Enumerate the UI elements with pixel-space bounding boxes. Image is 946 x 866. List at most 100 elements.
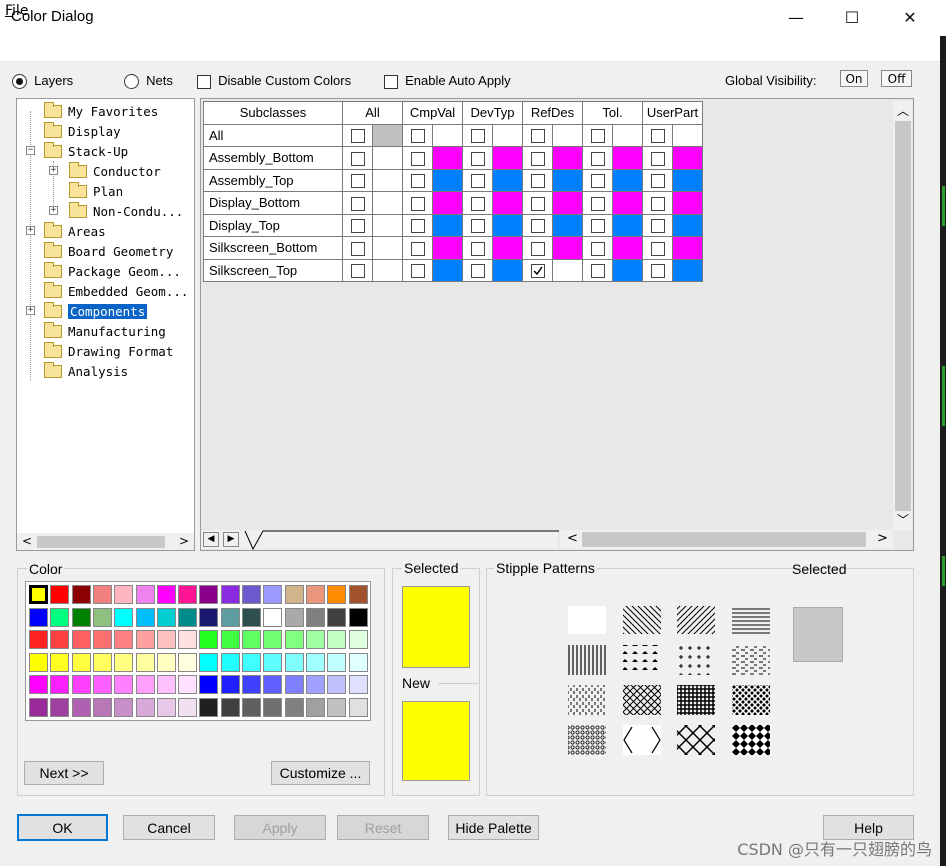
color-cell[interactable] <box>372 123 403 147</box>
palette-swatch[interactable] <box>199 675 219 694</box>
palette-swatch[interactable] <box>178 652 198 672</box>
palette-swatch[interactable] <box>114 607 134 627</box>
color-cell[interactable] <box>672 146 703 170</box>
visibility-checkbox[interactable] <box>470 129 485 144</box>
palette-swatch[interactable] <box>71 675 91 694</box>
visibility-cell[interactable] <box>402 168 433 192</box>
stipple-dots-vertical[interactable] <box>568 685 606 715</box>
stipple-dashes[interactable] <box>732 645 770 675</box>
palette-swatch[interactable] <box>199 652 219 672</box>
visibility-checkbox[interactable] <box>530 129 545 144</box>
visibility-checkbox[interactable] <box>410 196 425 211</box>
visibility-cell[interactable] <box>402 123 433 147</box>
palette-swatch[interactable] <box>92 675 112 694</box>
palette-swatch[interactable] <box>114 630 134 649</box>
visibility-checkbox[interactable] <box>350 219 365 234</box>
visibility-checkbox[interactable] <box>350 129 365 144</box>
palette-swatch[interactable] <box>114 652 134 672</box>
visibility-checkbox[interactable] <box>590 264 605 279</box>
tree-item-stack-up[interactable]: Stack-Up <box>44 141 128 160</box>
palette-swatch[interactable] <box>156 607 176 627</box>
subclass-name[interactable]: Display_Bottom <box>203 191 343 215</box>
visibility-cell[interactable] <box>402 213 433 237</box>
palette-swatch[interactable] <box>263 630 283 649</box>
color-cell[interactable] <box>612 258 643 282</box>
tree-hscrollbar[interactable]: < > <box>17 533 194 550</box>
header-tol[interactable]: Tol. <box>582 101 643 125</box>
palette-swatch[interactable] <box>29 630 48 649</box>
color-cell[interactable] <box>612 146 643 170</box>
palette-swatch[interactable] <box>242 652 261 672</box>
color-cell[interactable] <box>432 191 463 215</box>
color-cell[interactable] <box>372 191 403 215</box>
visibility-checkbox[interactable] <box>470 241 485 256</box>
global-visibility-off-button[interactable]: Off <box>881 70 912 87</box>
visibility-checkbox[interactable] <box>590 196 605 211</box>
palette-swatch[interactable] <box>327 675 347 694</box>
header-refdes[interactable]: RefDes <box>522 101 583 125</box>
visibility-cell[interactable] <box>582 258 613 282</box>
visibility-checkbox[interactable] <box>470 174 485 189</box>
palette-swatch[interactable] <box>348 607 368 627</box>
color-cell[interactable] <box>432 236 463 260</box>
color-cell[interactable] <box>432 258 463 282</box>
collapse-icon[interactable]: − <box>26 146 35 155</box>
tree-item-components[interactable]: Components <box>44 301 148 320</box>
visibility-checkbox[interactable] <box>650 264 665 279</box>
palette-swatch[interactable] <box>284 585 304 604</box>
color-cell[interactable] <box>612 213 643 237</box>
color-cell[interactable] <box>492 236 523 260</box>
reset-button[interactable]: Reset <box>337 815 429 840</box>
palette-swatch[interactable] <box>242 675 261 694</box>
palette-swatch[interactable] <box>327 697 347 717</box>
palette-swatch[interactable] <box>327 607 347 627</box>
palette-swatch[interactable] <box>135 652 155 672</box>
visibility-cell[interactable] <box>342 191 373 215</box>
visibility-cell[interactable] <box>462 191 493 215</box>
color-cell[interactable] <box>552 168 583 192</box>
enable-auto-apply-checkbox[interactable]: Enable Auto Apply <box>384 73 511 89</box>
visibility-checkbox[interactable] <box>350 151 365 166</box>
palette-swatch[interactable] <box>348 652 368 672</box>
palette-swatch[interactable] <box>263 607 283 627</box>
expand-icon[interactable]: + <box>49 166 58 175</box>
subclass-name[interactable]: Display_Top <box>203 213 343 237</box>
visibility-cell[interactable] <box>342 213 373 237</box>
visibility-cell[interactable] <box>522 146 553 170</box>
visibility-cell[interactable] <box>582 146 613 170</box>
visibility-checkbox[interactable] <box>650 174 665 189</box>
subclass-name[interactable]: Silkscreen_Bottom <box>203 236 343 260</box>
visibility-cell[interactable] <box>582 123 613 147</box>
visibility-cell[interactable] <box>402 258 433 282</box>
visibility-cell[interactable] <box>522 191 553 215</box>
grid-vscroll-thumb[interactable] <box>895 121 911 511</box>
palette-swatch[interactable] <box>92 697 112 717</box>
visibility-checkbox[interactable] <box>530 264 545 279</box>
visibility-checkbox[interactable] <box>590 129 605 144</box>
close-button[interactable]: ✕ <box>881 0 939 34</box>
palette-swatch[interactable] <box>199 607 219 627</box>
nets-radio-icon[interactable] <box>124 74 139 89</box>
visibility-checkbox[interactable] <box>410 241 425 256</box>
palette-swatch[interactable] <box>50 675 70 694</box>
palette-swatch[interactable] <box>327 630 347 649</box>
visibility-checkbox[interactable] <box>590 219 605 234</box>
stipple-plus[interactable] <box>677 645 715 675</box>
palette-swatch[interactable] <box>263 697 283 717</box>
palette-swatch[interactable] <box>50 607 70 627</box>
stipple-diamonds[interactable] <box>732 725 770 755</box>
stipple-large-cross[interactable] <box>677 725 715 755</box>
header-userpart[interactable]: UserPart <box>642 101 703 125</box>
palette-swatch[interactable] <box>284 697 304 717</box>
color-cell[interactable] <box>672 123 703 147</box>
visibility-checkbox[interactable] <box>470 196 485 211</box>
palette-swatch[interactable] <box>92 607 112 627</box>
checkbox-icon[interactable] <box>384 74 398 89</box>
visibility-cell[interactable] <box>402 236 433 260</box>
visibility-cell[interactable] <box>462 123 493 147</box>
next-button[interactable]: Next >> <box>24 761 104 785</box>
palette-swatch[interactable] <box>305 652 325 672</box>
palette-swatch[interactable] <box>92 630 112 649</box>
visibility-checkbox[interactable] <box>590 174 605 189</box>
palette-swatch[interactable] <box>156 585 176 604</box>
